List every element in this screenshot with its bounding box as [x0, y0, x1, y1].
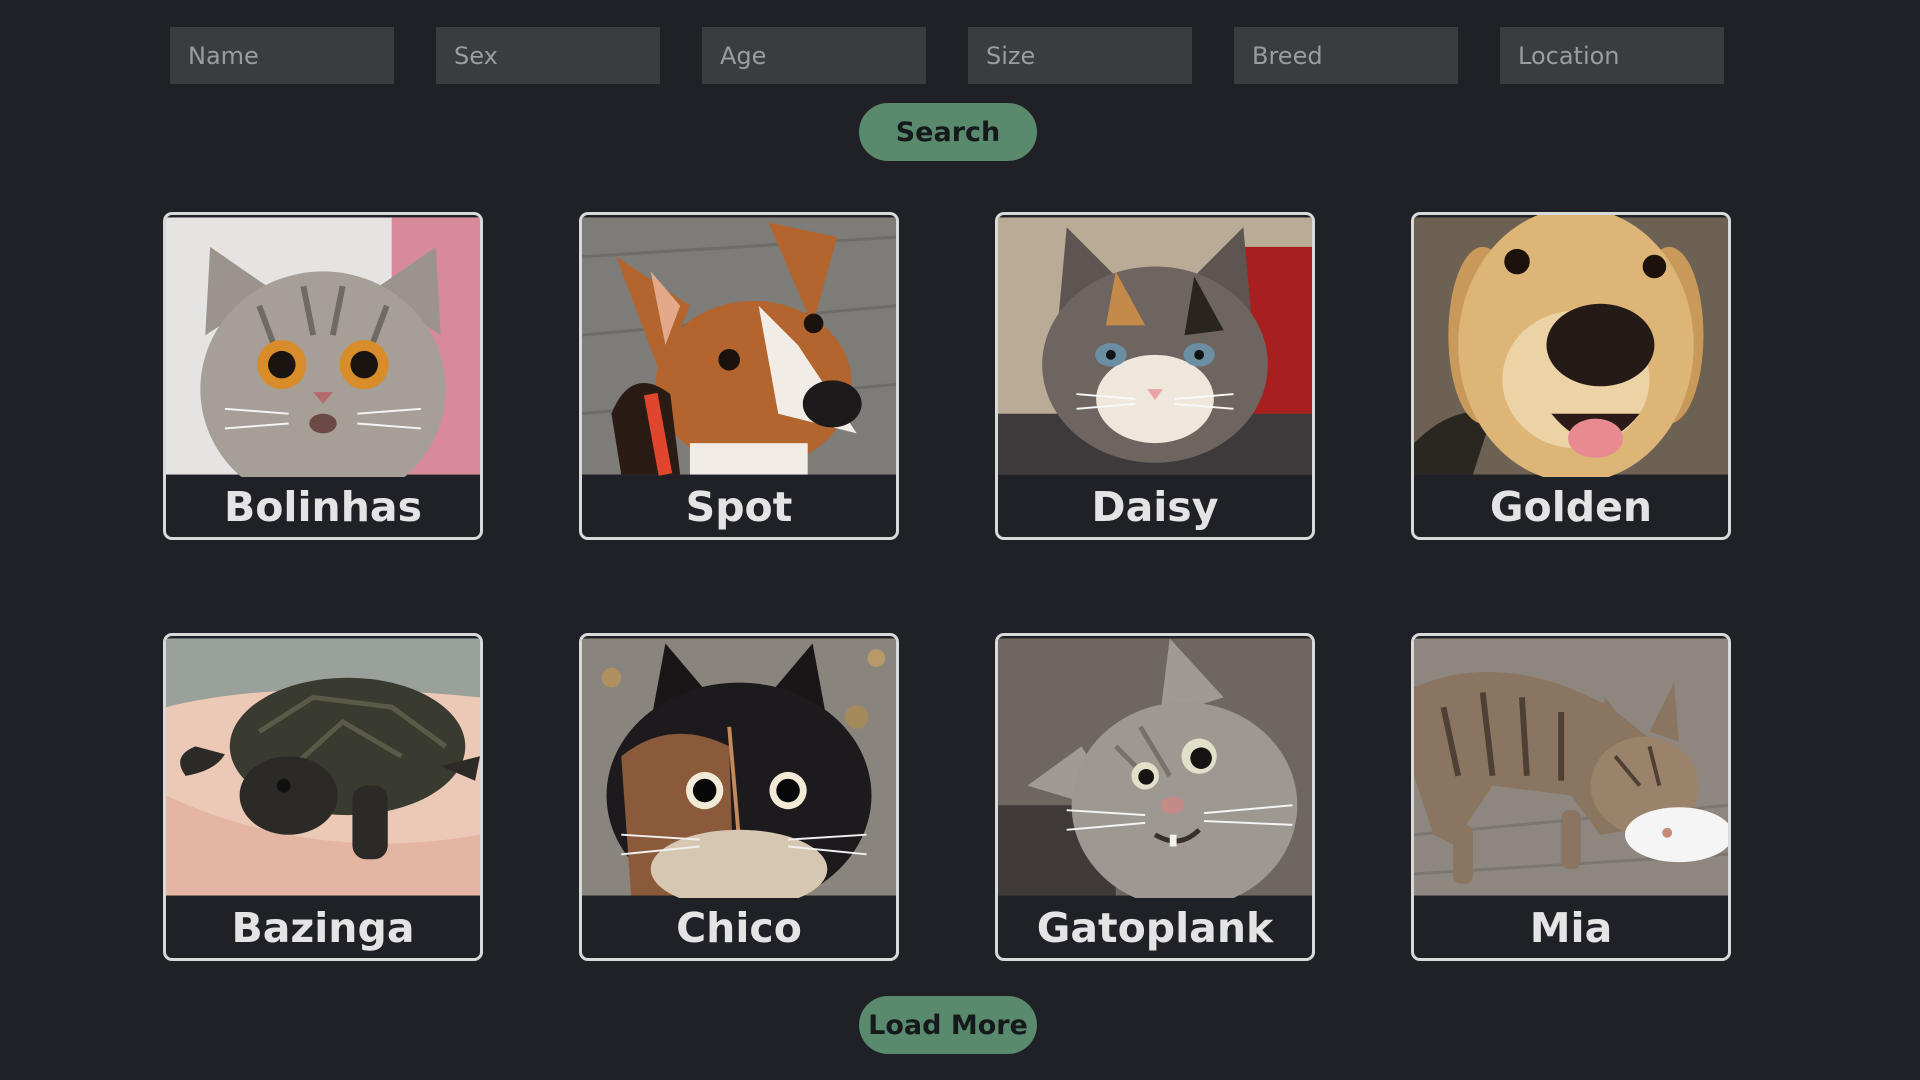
pet-name: Golden: [1489, 483, 1653, 531]
pet-photo: [166, 638, 480, 896]
pet-photo: [166, 217, 480, 477]
pet-card[interactable]: Mia: [1411, 633, 1731, 961]
load-more-button[interactable]: Load More: [859, 996, 1037, 1054]
pet-card[interactable]: Bolinhas: [163, 212, 483, 540]
pet-photo: [582, 217, 896, 476]
pet-card[interactable]: Golden: [1411, 212, 1731, 540]
pet-photo: [998, 217, 1312, 475]
breed-input[interactable]: [1234, 27, 1458, 84]
pet-name: Mia: [1529, 904, 1613, 952]
size-input[interactable]: [968, 27, 1192, 84]
pet-card[interactable]: Spot: [579, 212, 899, 540]
filter-bar: [170, 27, 1724, 84]
pet-photo: [582, 638, 896, 898]
pet-name: Bazinga: [231, 904, 415, 952]
pet-photo: [1414, 215, 1728, 477]
location-input[interactable]: [1500, 27, 1724, 84]
pet-card[interactable]: Gatoplank: [995, 633, 1315, 961]
pet-photo: [1414, 638, 1728, 896]
pet-grid: Bolinhas Spot Daisy Golden Bazinga Chico…: [163, 212, 1732, 961]
search-button[interactable]: Search: [859, 103, 1037, 161]
pet-card[interactable]: Daisy: [995, 212, 1315, 540]
pet-search-page: Search Bolinhas: [0, 0, 1920, 1080]
pet-photo: [998, 638, 1312, 898]
pet-name: Spot: [685, 483, 793, 531]
pet-card[interactable]: Bazinga: [163, 633, 483, 961]
pet-name: Daisy: [1091, 483, 1219, 531]
pet-name: Chico: [676, 904, 802, 952]
pet-name: Gatoplank: [1036, 904, 1274, 952]
age-input[interactable]: [702, 27, 926, 84]
name-input[interactable]: [170, 27, 394, 84]
sex-input[interactable]: [436, 27, 660, 84]
pet-card[interactable]: Chico: [579, 633, 899, 961]
pet-name: Bolinhas: [224, 483, 422, 531]
